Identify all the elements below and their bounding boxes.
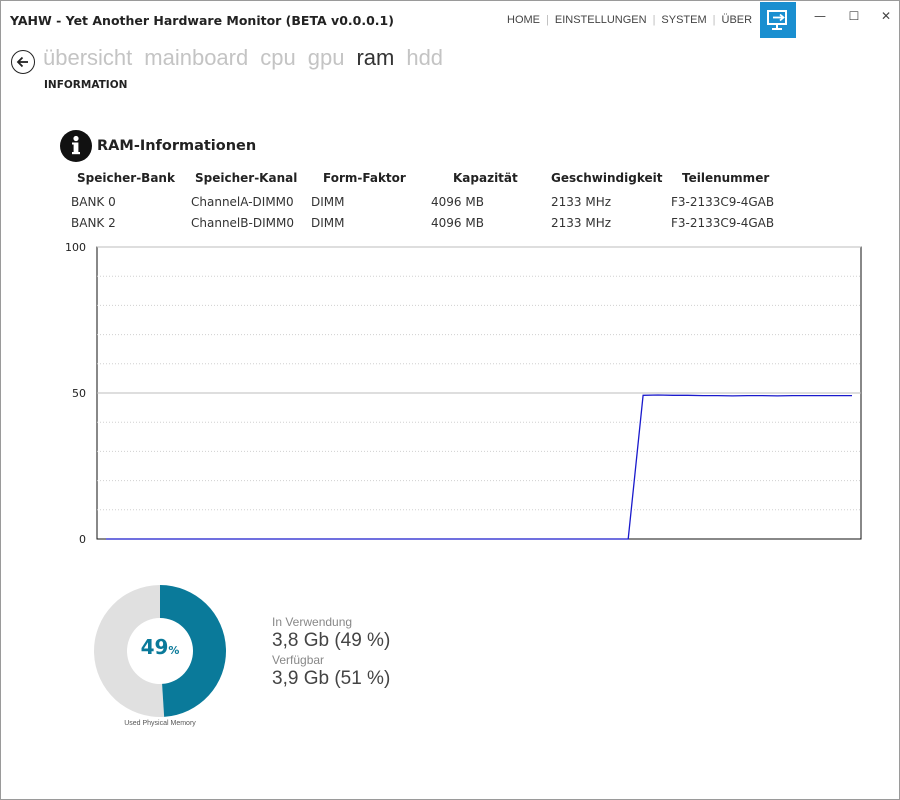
back-button[interactable] bbox=[11, 50, 35, 74]
available-label: Verfügbar bbox=[272, 653, 325, 667]
in-use-value: 3,8 Gb (49 %) bbox=[272, 630, 391, 651]
table-cell: BANK 2 bbox=[71, 216, 116, 230]
tab-uebersicht[interactable]: übersicht bbox=[43, 45, 132, 71]
nav-ueber[interactable]: ÜBER bbox=[716, 14, 759, 26]
nav-home[interactable]: HOME bbox=[501, 14, 546, 26]
page-subtitle: INFORMATION bbox=[44, 79, 128, 91]
nav-einstellungen[interactable]: EINSTELLUNGEN bbox=[549, 14, 653, 26]
table-cell: ChannelA-DIMM0 bbox=[191, 195, 294, 209]
tab-hdd[interactable]: hdd bbox=[406, 45, 443, 71]
top-navigation: HOME | EINSTELLUNGEN | SYSTEM | ÜBER bbox=[501, 14, 758, 26]
chart-y-tick-label: 0 bbox=[79, 533, 86, 546]
app-window: YAHW - Yet Another Hardware Monitor (BET… bbox=[0, 0, 900, 800]
tab-mainboard[interactable]: mainboard bbox=[144, 45, 248, 71]
table-cell: ChannelB-DIMM0 bbox=[191, 216, 294, 230]
table-cell: DIMM bbox=[311, 195, 345, 209]
tab-gpu[interactable]: gpu bbox=[308, 45, 345, 71]
table-cell: 4096 MB bbox=[431, 216, 484, 230]
column-header: Form-Faktor bbox=[323, 171, 406, 185]
column-header: Geschwindigkeit bbox=[551, 171, 663, 185]
monitor-arrow-icon bbox=[767, 10, 787, 30]
ram-info-heading: RAM-Informationen bbox=[97, 138, 257, 154]
memory-stats: In Verwendung 3,8 Gb (49 %) Verfügbar 3,… bbox=[272, 615, 390, 691]
arrow-left-icon bbox=[16, 56, 28, 68]
in-use-label: In Verwendung bbox=[272, 615, 353, 629]
monitor-button[interactable] bbox=[760, 2, 796, 38]
table-cell: 2133 MHz bbox=[551, 195, 612, 209]
table-cell: F3-2133C9-4GAB bbox=[671, 195, 775, 209]
table-cell: 2133 MHz bbox=[551, 216, 612, 230]
maximize-button[interactable]: ☐ bbox=[843, 7, 865, 25]
column-header: Kapazität bbox=[453, 171, 518, 185]
info-glyph bbox=[72, 135, 80, 155]
info-icon bbox=[60, 130, 92, 162]
donut-percentage: 49% bbox=[94, 635, 226, 659]
title-bar: YAHW - Yet Another Hardware Monitor (BET… bbox=[1, 1, 899, 41]
column-header: Speicher-Kanal bbox=[195, 171, 298, 185]
tab-cpu[interactable]: cpu bbox=[260, 45, 295, 71]
available-value: 3,9 Gb (51 %) bbox=[272, 668, 391, 689]
ram-usage-chart: 0 50 100 bbox=[61, 241, 871, 551]
chart-svg: 0 50 100 bbox=[65, 241, 862, 546]
chart-y-tick-label: 50 bbox=[72, 387, 86, 400]
close-button[interactable]: ✕ bbox=[875, 7, 897, 25]
table-cell: DIMM bbox=[311, 216, 345, 230]
column-header: Teilenummer bbox=[682, 171, 770, 185]
minimize-button[interactable]: — bbox=[809, 7, 831, 25]
section-tabs: übersicht mainboard cpu gpu ram hdd bbox=[43, 45, 455, 71]
table-cell: F3-2133C9-4GAB bbox=[671, 216, 775, 230]
donut-percent-sign: % bbox=[168, 644, 180, 657]
nav-system[interactable]: SYSTEM bbox=[655, 14, 712, 26]
donut-percent-value: 49 bbox=[140, 635, 169, 659]
table-cell: 4096 MB bbox=[431, 195, 484, 209]
donut-caption: Used Physical Memory bbox=[124, 720, 196, 727]
tab-ram[interactable]: ram bbox=[356, 45, 394, 71]
table-cell: BANK 0 bbox=[71, 195, 116, 209]
column-header: Speicher-Bank bbox=[77, 171, 175, 185]
window-title: YAHW - Yet Another Hardware Monitor (BET… bbox=[10, 13, 394, 28]
chart-y-tick-label: 100 bbox=[65, 241, 86, 254]
